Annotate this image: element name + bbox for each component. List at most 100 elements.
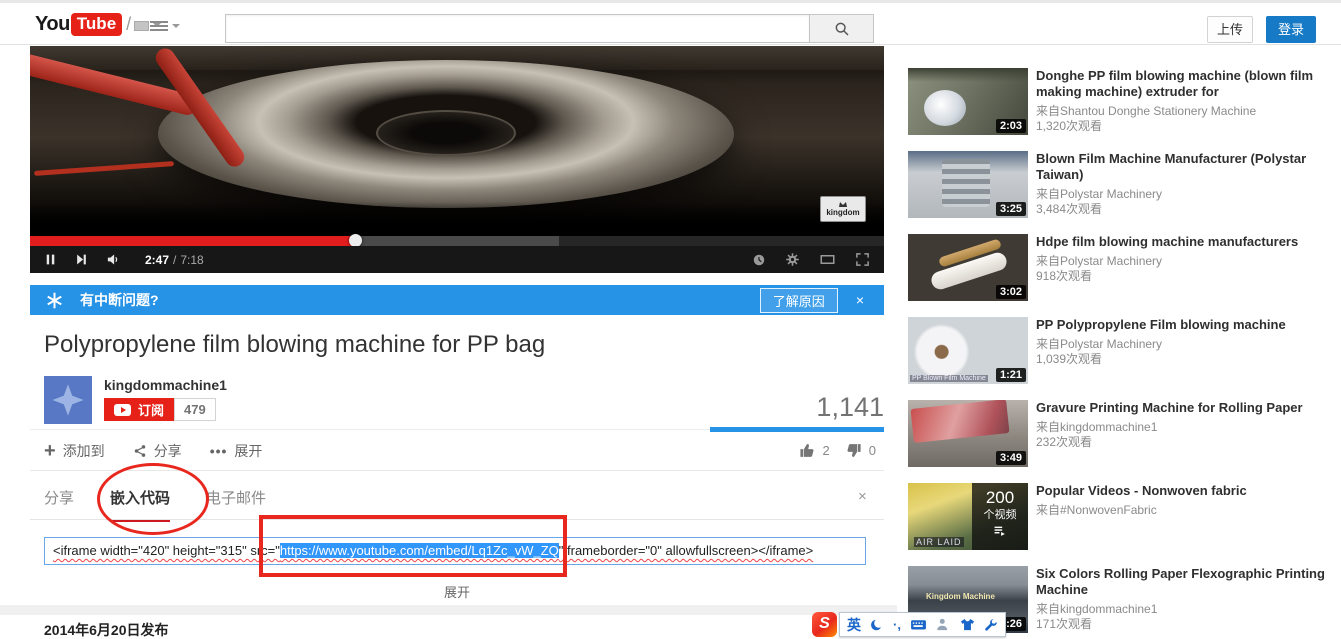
youtube-watch-page: You Tube / 上传 登录 bbox=[0, 0, 1341, 639]
embed-code-field[interactable]: <iframe width="420" height="315" src="ht… bbox=[44, 537, 866, 565]
channel-watermark: kingdom bbox=[820, 196, 866, 222]
related-video-item[interactable]: 3:49 Gravure Printing Machine for Rollin… bbox=[908, 400, 1334, 467]
related-video-views: 232次观看 bbox=[1036, 435, 1334, 450]
ime-punctuation-toggle[interactable]: ·, bbox=[893, 617, 901, 632]
video-thumbnail[interactable]: 3:02 bbox=[908, 234, 1028, 301]
video-thumbnail[interactable]: 3:25 bbox=[908, 151, 1028, 218]
watch-later-button[interactable] bbox=[752, 253, 766, 267]
ime-settings-button[interactable] bbox=[984, 618, 998, 632]
video-thumbnail[interactable]: 3:49 bbox=[908, 400, 1028, 467]
next-icon bbox=[75, 253, 88, 266]
related-video-title[interactable]: Popular Videos - Nonwoven fabric bbox=[1036, 483, 1334, 499]
thumbnail-caption: Kingdom Machine bbox=[924, 592, 997, 601]
pause-button[interactable] bbox=[44, 253, 57, 266]
related-video-title[interactable]: Six Colors Rolling Paper Flexographic Pr… bbox=[1036, 566, 1334, 598]
banner-close-icon[interactable]: × bbox=[856, 292, 864, 308]
dislike-count: 0 bbox=[869, 443, 876, 458]
crown-icon bbox=[838, 201, 848, 208]
watermark-text: kingdom bbox=[826, 208, 859, 217]
tab-email[interactable]: 电子邮件 bbox=[206, 487, 266, 522]
die-hub-art bbox=[376, 110, 516, 156]
related-playlist-item[interactable]: AIR LAID 200 个视频 Popular Videos - Nonwov… bbox=[908, 483, 1334, 550]
fullscreen-button[interactable] bbox=[855, 252, 870, 267]
ime-halfwidth-button[interactable] bbox=[870, 618, 884, 632]
logo-tube-text: Tube bbox=[71, 13, 122, 36]
clock-icon bbox=[752, 253, 766, 267]
related-video-title[interactable]: Hdpe film blowing machine manufacturers bbox=[1036, 234, 1334, 250]
ime-language-toggle[interactable]: 英 bbox=[847, 615, 861, 635]
ime-account-button[interactable] bbox=[936, 617, 951, 632]
moon-icon bbox=[870, 618, 884, 632]
embed-expand-button[interactable]: 展开 bbox=[30, 582, 884, 601]
embed-code-selected-url: https://www.youtube.com/embed/Lq1Zc_vW_Z… bbox=[280, 543, 559, 558]
playlist-count-overlay: 200 个视频 bbox=[972, 483, 1028, 550]
search-input[interactable] bbox=[225, 14, 810, 43]
volume-button[interactable] bbox=[106, 252, 121, 267]
thumbs-down-icon[interactable] bbox=[845, 442, 862, 459]
video-thumbnail[interactable]: 2:03 bbox=[908, 68, 1028, 135]
sogou-logo-icon[interactable]: S bbox=[812, 612, 837, 637]
add-to-label: 添加到 bbox=[63, 441, 105, 461]
fullscreen-icon bbox=[855, 252, 870, 267]
related-video-title[interactable]: PP Polypropylene Film blowing machine bbox=[1036, 317, 1334, 333]
channel-name-link[interactable]: kingdommachine1 bbox=[104, 377, 227, 393]
next-button[interactable] bbox=[75, 253, 88, 266]
share-button[interactable]: 分享 bbox=[133, 441, 182, 461]
related-video-item[interactable]: 3:25 Blown Film Machine Manufacturer (Po… bbox=[908, 151, 1334, 218]
video-thumbnail[interactable]: PP Blown Film Machine 1:21 bbox=[908, 317, 1028, 384]
hamburger-icon bbox=[150, 19, 168, 33]
playlist-icon bbox=[992, 525, 1008, 538]
search-button[interactable] bbox=[809, 14, 874, 43]
publish-date: 2014年6月20日发布 bbox=[44, 620, 169, 639]
share-panel-close-icon[interactable]: × bbox=[858, 488, 867, 505]
country-flag-icon bbox=[134, 21, 149, 31]
player-controls: 2:47 / 7:18 bbox=[30, 246, 884, 273]
ime-skin-button[interactable] bbox=[960, 617, 975, 632]
upload-button[interactable]: 上传 bbox=[1207, 16, 1253, 43]
subscribe-row: 订阅 479 bbox=[104, 398, 216, 421]
video-title: Polypropylene film blowing machine for P… bbox=[44, 331, 864, 359]
guide-menu-button[interactable] bbox=[150, 19, 180, 33]
settings-button[interactable] bbox=[785, 252, 800, 267]
tab-embed[interactable]: 嵌入代码 bbox=[110, 487, 170, 522]
chevron-down-icon bbox=[172, 24, 180, 28]
duration-badge: 3:25 bbox=[996, 202, 1026, 216]
keyboard-icon bbox=[910, 616, 927, 633]
duration-badge: 2:03 bbox=[996, 119, 1026, 133]
theater-mode-button[interactable] bbox=[819, 252, 836, 267]
related-video-item[interactable]: 2:03 Donghe PP film blowing machine (blo… bbox=[908, 68, 1334, 135]
learn-why-button[interactable]: 了解原因 bbox=[760, 288, 838, 313]
video-frame[interactable]: kingdom bbox=[30, 46, 884, 236]
interruption-notice-banner: 有中断问题? 了解原因 × bbox=[30, 285, 884, 315]
related-video-title[interactable]: Gravure Printing Machine for Rolling Pap… bbox=[1036, 400, 1334, 416]
youtube-logo[interactable]: You Tube / bbox=[35, 13, 161, 36]
person-icon bbox=[936, 617, 951, 632]
ime-icon-bar: 英 ·, bbox=[839, 612, 1006, 637]
duration-badge: 3:49 bbox=[996, 451, 1026, 465]
progress-bar[interactable] bbox=[30, 236, 884, 246]
thumbs-up-icon[interactable] bbox=[799, 442, 816, 459]
related-video-title[interactable]: Donghe PP film blowing machine (blown fi… bbox=[1036, 68, 1334, 100]
avatar-star-icon bbox=[51, 383, 85, 417]
related-video-item[interactable]: PP Blown Film Machine 1:21 PP Polypropyl… bbox=[908, 317, 1334, 384]
video-player[interactable]: kingdom 2:47 / 7:18 bbox=[30, 46, 884, 273]
related-video-channel: 来自Polystar Machinery bbox=[1036, 253, 1334, 269]
ime-soft-keyboard-button[interactable] bbox=[910, 616, 927, 633]
played-bar bbox=[30, 236, 355, 246]
related-video-item[interactable]: 3:02 Hdpe film blowing machine manufactu… bbox=[908, 234, 1334, 301]
subscribe-button[interactable]: 订阅 bbox=[104, 398, 174, 421]
embed-code-pre: <iframe width="420" height="315" src=" bbox=[53, 543, 280, 558]
more-label: 展开 bbox=[234, 441, 262, 461]
related-video-title[interactable]: Blown Film Machine Manufacturer (Polysta… bbox=[1036, 151, 1334, 183]
thumbnail-caption: PP Blown Film Machine bbox=[910, 375, 988, 382]
channel-avatar[interactable] bbox=[44, 376, 92, 424]
tab-share[interactable]: 分享 bbox=[44, 487, 74, 522]
signin-button[interactable]: 登录 bbox=[1266, 16, 1316, 43]
playlist-thumbnail[interactable]: AIR LAID 200 个视频 bbox=[908, 483, 1028, 550]
more-actions-button[interactable]: ••• 展开 bbox=[210, 441, 263, 461]
share-icon bbox=[133, 444, 147, 458]
related-video-views: 1,320次观看 bbox=[1036, 119, 1334, 134]
add-to-button[interactable]: + 添加到 bbox=[44, 441, 105, 461]
like-controls: 2 0 bbox=[760, 442, 884, 459]
related-video-views: 171次观看 bbox=[1036, 617, 1334, 632]
